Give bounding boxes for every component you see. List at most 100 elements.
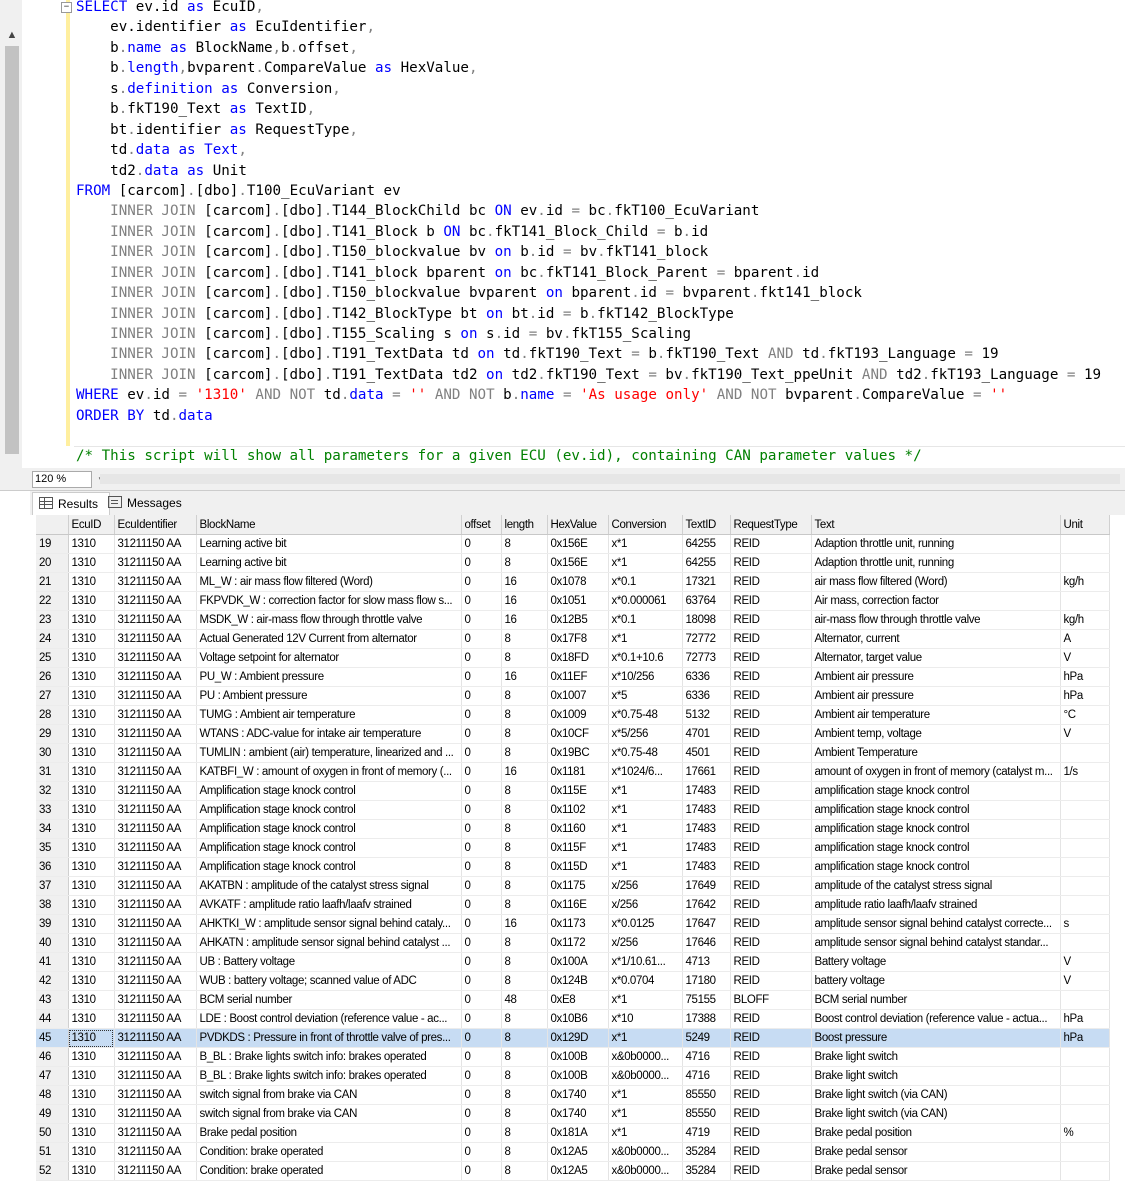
- table-cell[interactable]: 31211150 AA: [114, 762, 197, 782]
- table-cell[interactable]: KATBFI_W : amount of oxygen in front of …: [196, 762, 462, 782]
- table-cell[interactable]: 64255: [682, 553, 731, 573]
- table-cell[interactable]: 0x116E: [547, 895, 609, 915]
- row-number[interactable]: 30: [36, 743, 69, 763]
- table-cell[interactable]: 31211150 AA: [114, 971, 197, 991]
- table-cell[interactable]: UB : Battery voltage: [196, 952, 462, 972]
- table-cell[interactable]: Adaption throttle unit, running: [811, 553, 1061, 573]
- table-cell[interactable]: hPa: [1060, 1009, 1110, 1029]
- table-cell[interactable]: air mass flow filtered (Word): [811, 572, 1061, 592]
- table-cell[interactable]: 0x129D: [547, 1028, 609, 1048]
- table-cell[interactable]: 1310: [68, 743, 115, 763]
- table-row[interactable]: 25 1310 31211150 AA Voltage setpoint for al…: [36, 648, 1110, 668]
- row-number[interactable]: 48: [36, 1085, 69, 1105]
- row-number[interactable]: 36: [36, 857, 69, 877]
- table-cell[interactable]: 0x1078: [547, 572, 609, 592]
- table-cell[interactable]: 31211150 AA: [114, 1028, 197, 1048]
- table-cell[interactable]: 31211150 AA: [114, 1009, 197, 1029]
- table-cell[interactable]: 31211150 AA: [114, 914, 197, 934]
- table-cell[interactable]: REID: [730, 591, 812, 611]
- table-cell[interactable]: 0x17F8: [547, 629, 609, 649]
- table-row[interactable]: 31 1310 31211150 AA KATBFI_W : amount of ox…: [36, 762, 1110, 782]
- table-cell[interactable]: REID: [730, 971, 812, 991]
- table-cell[interactable]: 1310: [68, 686, 115, 706]
- row-number[interactable]: 35: [36, 838, 69, 858]
- row-number[interactable]: 44: [36, 1009, 69, 1029]
- table-cell[interactable]: 1310: [68, 876, 115, 896]
- table-cell[interactable]: 31211150 AA: [114, 1142, 197, 1162]
- table-cell[interactable]: 31211150 AA: [114, 724, 197, 744]
- table-cell[interactable]: 1310: [68, 857, 115, 877]
- table-cell[interactable]: 0x181A: [547, 1123, 609, 1143]
- table-cell[interactable]: REID: [730, 572, 812, 592]
- table-cell[interactable]: 31211150 AA: [114, 857, 197, 877]
- table-cell[interactable]: Boost control deviation (reference value…: [811, 1009, 1061, 1029]
- table-cell[interactable]: 8: [501, 1009, 548, 1029]
- row-number[interactable]: 24: [36, 629, 69, 649]
- table-cell[interactable]: x*1: [608, 838, 683, 858]
- table-cell[interactable]: 31211150 AA: [114, 591, 197, 611]
- table-row[interactable]: 22 1310 31211150 AA FKPVDK_W : correction f…: [36, 591, 1110, 611]
- table-cell[interactable]: 63764: [682, 591, 731, 611]
- column-header[interactable]: RequestType: [730, 515, 812, 535]
- table-cell[interactable]: 1310: [68, 648, 115, 668]
- table-cell[interactable]: Amplification stage knock control: [196, 838, 462, 858]
- table-cell[interactable]: 31211150 AA: [114, 819, 197, 839]
- table-cell[interactable]: REID: [730, 705, 812, 725]
- table-row[interactable]: 34 1310 31211150 AA Amplification stage kno…: [36, 819, 1110, 839]
- table-cell[interactable]: A: [1060, 629, 1110, 649]
- table-cell[interactable]: 0: [461, 572, 502, 592]
- table-cell[interactable]: REID: [730, 895, 812, 915]
- table-cell[interactable]: 0: [461, 1085, 502, 1105]
- row-number[interactable]: 50: [36, 1123, 69, 1143]
- table-cell[interactable]: AKATBN : amplitude of the catalyst stres…: [196, 876, 462, 896]
- table-row[interactable]: 47 1310 31211150 AA B_BL : Brake lights swi…: [36, 1066, 1110, 1086]
- table-cell[interactable]: AHKTKI_W : amplitude sensor signal behin…: [196, 914, 462, 934]
- table-cell[interactable]: 8: [501, 971, 548, 991]
- table-cell[interactable]: 8: [501, 1047, 548, 1067]
- table-cell[interactable]: REID: [730, 1028, 812, 1048]
- table-row[interactable]: 50 1310 31211150 AA Brake pedal position 0 8 0…: [36, 1123, 1110, 1143]
- table-cell[interactable]: 1310: [68, 1047, 115, 1067]
- table-cell[interactable]: REID: [730, 952, 812, 972]
- column-header[interactable]: offset: [461, 515, 502, 535]
- table-cell[interactable]: REID: [730, 857, 812, 877]
- table-cell[interactable]: 17646: [682, 933, 731, 953]
- scrollbar-thumb[interactable]: [5, 46, 19, 454]
- row-number[interactable]: 32: [36, 781, 69, 801]
- table-cell[interactable]: 4501: [682, 743, 731, 763]
- row-number[interactable]: 52: [36, 1161, 69, 1181]
- table-cell[interactable]: amplification stage knock control: [811, 781, 1061, 801]
- row-number[interactable]: 46: [36, 1047, 69, 1067]
- results-grid[interactable]: EcuID EcuIdentifier BlockName offset length H…: [36, 515, 1125, 1182]
- row-number[interactable]: 45: [36, 1028, 69, 1048]
- table-cell[interactable]: 17483: [682, 781, 731, 801]
- table-cell[interactable]: x*1: [608, 534, 683, 554]
- table-cell[interactable]: 8: [501, 819, 548, 839]
- table-row[interactable]: 36 1310 31211150 AA Amplification stage kno…: [36, 857, 1110, 877]
- table-cell[interactable]: REID: [730, 648, 812, 668]
- table-cell[interactable]: 35284: [682, 1142, 731, 1162]
- table-cell[interactable]: 1310: [68, 895, 115, 915]
- table-cell[interactable]: 0x1173: [547, 914, 609, 934]
- table-cell[interactable]: 8: [501, 876, 548, 896]
- table-cell[interactable]: 1310: [68, 971, 115, 991]
- table-cell[interactable]: 1310: [68, 1104, 115, 1124]
- table-cell[interactable]: Ambient air pressure: [811, 667, 1061, 687]
- table-cell[interactable]: REID: [730, 1123, 812, 1143]
- table-cell[interactable]: 0: [461, 1047, 502, 1067]
- row-number[interactable]: 51: [36, 1142, 69, 1162]
- table-cell[interactable]: 0: [461, 610, 502, 630]
- table-cell[interactable]: 8: [501, 686, 548, 706]
- table-cell[interactable]: 31211150 AA: [114, 572, 197, 592]
- table-cell[interactable]: [1060, 1047, 1110, 1067]
- table-cell[interactable]: REID: [730, 1066, 812, 1086]
- table-cell[interactable]: 0x1740: [547, 1104, 609, 1124]
- table-cell[interactable]: 31211150 AA: [114, 876, 197, 896]
- row-number[interactable]: 38: [36, 895, 69, 915]
- table-cell[interactable]: 31211150 AA: [114, 743, 197, 763]
- table-cell[interactable]: 31211150 AA: [114, 648, 197, 668]
- table-cell[interactable]: REID: [730, 838, 812, 858]
- row-number[interactable]: 49: [36, 1104, 69, 1124]
- table-row[interactable]: 46 1310 31211150 AA B_BL : Brake lights swi…: [36, 1047, 1110, 1067]
- table-cell[interactable]: amplification stage knock control: [811, 800, 1061, 820]
